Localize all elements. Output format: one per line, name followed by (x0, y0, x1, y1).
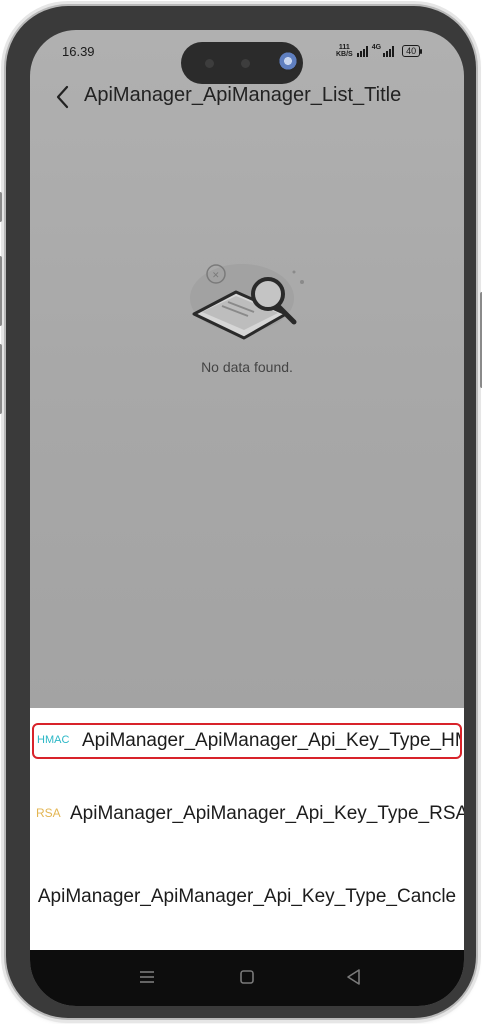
system-navigation-bar (30, 950, 464, 1006)
menu-icon (140, 971, 154, 983)
cancel-button[interactable]: ApiManager_ApiManager_Api_Key_Type_Cancl… (30, 880, 464, 914)
battery-level: 40 (406, 46, 417, 56)
svg-text:✕: ✕ (212, 271, 220, 281)
hmac-tag: HMAC (37, 734, 70, 746)
rsa-key-type-option[interactable]: RSA ApiManager_ApiManager_Api_Key_Type_R… (30, 798, 464, 832)
hmac-option-label: ApiManager_ApiManager_Api_Key_Type_HMAC (82, 730, 462, 751)
back-triangle-icon (347, 969, 360, 985)
empty-state-message: No data found. (201, 359, 293, 375)
front-camera-icon (279, 52, 299, 72)
network-speed-unit: KB/S (336, 51, 353, 58)
status-indicators: 111 KB/S 4G 40 (336, 44, 423, 58)
home-square-icon (240, 970, 254, 984)
chevron-left-icon (56, 85, 69, 109)
rsa-tag: RSA (36, 806, 61, 820)
volume-button (0, 192, 2, 222)
battery-icon: 40 (402, 45, 423, 57)
dynamic-island (181, 42, 303, 84)
status-time: 16.39 (62, 44, 95, 59)
phone-frame: 16.39 111 KB/S 4G 40 ApiManager_ApiManag… (0, 6, 482, 1018)
api-key-type-action-sheet: HMAC ApiManager_ApiManager_Api_Key_Type_… (30, 708, 464, 950)
cell-signal-icon (383, 45, 395, 57)
wifi-signal-icon (356, 45, 368, 57)
network-speed-value: 111 (338, 44, 350, 51)
network-speed: 111 KB/S (336, 44, 353, 58)
sensor-icon (241, 59, 250, 68)
sensor-icon (205, 59, 214, 68)
volume-down-button (0, 344, 2, 414)
hmac-key-type-option[interactable]: HMAC ApiManager_ApiManager_Api_Key_Type_… (32, 723, 462, 759)
back-button[interactable] (54, 84, 72, 110)
cancel-label: ApiManager_ApiManager_Api_Key_Type_Cancl… (37, 886, 457, 907)
system-back-button[interactable] (340, 964, 366, 990)
volume-up-button (0, 256, 2, 326)
screen: 16.39 111 KB/S 4G 40 ApiManager_ApiManag… (30, 30, 464, 1006)
rsa-option-label: ApiManager_ApiManager_Api_Key_Type_RSA (70, 803, 464, 824)
page-title: ApiManager_ApiManager_List_Title (84, 84, 402, 106)
recent-apps-button[interactable] (134, 964, 160, 990)
home-button[interactable] (234, 964, 260, 990)
no-data-magnifier-icon: ✕ (190, 264, 304, 340)
network-type: 4G (371, 44, 382, 51)
